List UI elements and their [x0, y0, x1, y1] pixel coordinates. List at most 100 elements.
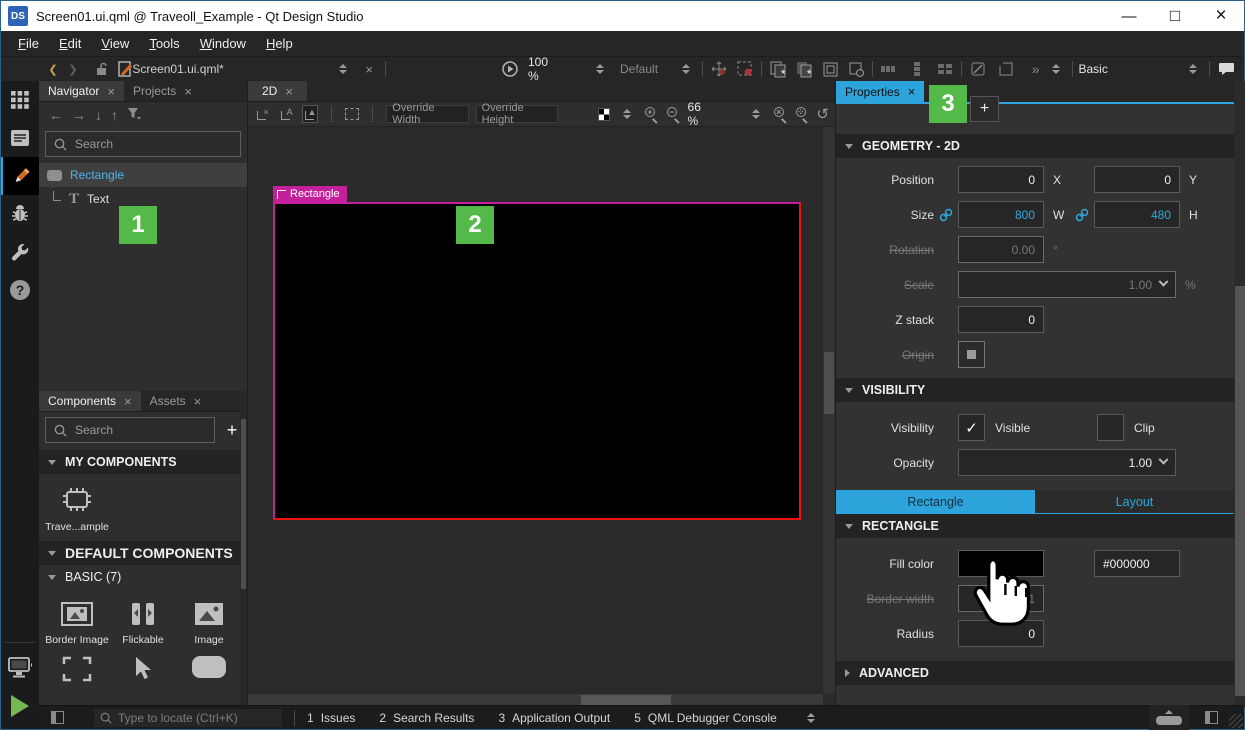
close-button[interactable]: × [1198, 1, 1244, 31]
component-flickable[interactable]: Flickable [111, 597, 175, 650]
component-image[interactable]: Image [177, 597, 241, 650]
move-right-icon[interactable]: → [72, 107, 86, 123]
override-height-input[interactable]: Override Height [476, 105, 558, 123]
style-spinner[interactable] [676, 59, 696, 79]
menu-view[interactable]: View [92, 32, 138, 55]
component-history-icon[interactable] [846, 59, 866, 79]
row-layout-icon[interactable] [879, 59, 899, 79]
add-module-button[interactable]: + [223, 420, 241, 441]
workspace-spinner[interactable] [1183, 59, 1203, 79]
close-file-icon[interactable]: × [359, 59, 379, 79]
projects-tools-button[interactable] [1, 233, 39, 271]
close-tab-icon[interactable]: × [285, 84, 293, 99]
edit-component-icon[interactable] [820, 59, 840, 79]
section-geometry-2d[interactable]: GEOMETRY - 2D [836, 134, 1234, 158]
close-tab-icon[interactable]: × [184, 84, 192, 99]
properties-scrollbar[interactable] [1234, 81, 1245, 707]
selection-rect-icon[interactable] [735, 59, 755, 79]
zoom-spinner[interactable] [590, 59, 610, 79]
output-pane-qml-debugger[interactable]: 5QML Debugger Console [634, 711, 777, 725]
component-mouse-area[interactable] [111, 652, 175, 686]
back-icon[interactable]: ❮ [43, 59, 63, 79]
move-down-icon[interactable]: ↓ [95, 107, 102, 123]
tab-components[interactable]: Components × [39, 391, 141, 411]
grid-layout-icon[interactable] [935, 59, 955, 79]
component-border-image[interactable]: Border Image [45, 597, 109, 650]
run-preview-icon[interactable] [500, 59, 520, 79]
subtab-rectangle[interactable]: Rectangle [836, 490, 1035, 513]
section-default-components[interactable]: DEFAULT COMPONENTS [39, 541, 247, 565]
canvas-zoom-spinner[interactable] [746, 104, 766, 124]
create-component-icon[interactable]: ★ [768, 59, 788, 79]
component-item[interactable] [45, 652, 109, 686]
close-tab-icon[interactable]: × [107, 84, 115, 99]
snapping-anchors-icon[interactable]: A [278, 105, 295, 123]
navigator-search-input[interactable]: Search [45, 131, 241, 157]
zoom-out-icon[interactable]: − [666, 106, 681, 122]
section-advanced[interactable]: ADVANCED [836, 661, 1234, 685]
section-basic[interactable]: BASIC (7) [39, 565, 247, 589]
menu-edit[interactable]: Edit [50, 32, 90, 55]
locator-input[interactable]: Type to locate (Ctrl+K) [94, 709, 282, 727]
style-selector[interactable]: Default [624, 59, 655, 79]
chevron-down-icon[interactable] [1159, 455, 1169, 465]
kit-selector-button[interactable] [1, 649, 39, 687]
tab-navigator[interactable]: Navigator × [39, 81, 124, 101]
tab-projects[interactable]: Projects × [124, 81, 201, 101]
size-h-input[interactable]: 480 [1094, 201, 1180, 228]
output-pane-spinner[interactable] [801, 708, 821, 728]
annotation-bubble-icon[interactable] [1216, 59, 1236, 79]
component-instance-icon[interactable]: ★ [794, 59, 814, 79]
minimize-button[interactable]: — [1106, 1, 1152, 31]
menu-tools[interactable]: Tools [140, 32, 188, 55]
edit-mode-button[interactable] [1, 119, 39, 157]
canvas-vscrollbar[interactable] [823, 127, 835, 694]
clip-checkbox[interactable] [1097, 414, 1124, 441]
filter-icon[interactable] [127, 107, 141, 123]
move-anchor-icon[interactable] [709, 59, 729, 79]
toggle-right-sidebar-icon[interactable] [1205, 711, 1218, 724]
show-bounds-icon[interactable] [345, 108, 359, 120]
menu-window[interactable]: Window [191, 32, 255, 55]
forward-icon[interactable]: ❯ [63, 59, 83, 79]
output-pane-application-output[interactable]: 3Application Output [498, 711, 610, 725]
position-x-input[interactable]: 0 [958, 166, 1044, 193]
size-w-input[interactable]: 800 [958, 201, 1044, 228]
components-scrollbar[interactable] [240, 391, 247, 707]
menu-help[interactable]: Help [257, 32, 302, 55]
zoom-selection-icon[interactable]: × [773, 106, 788, 122]
close-tab-icon[interactable]: × [124, 394, 132, 409]
chevron-down-icon[interactable] [1159, 277, 1169, 287]
visible-checkbox[interactable]: ✓ [958, 414, 985, 441]
zoom-fit-icon[interactable]: ⁘ [795, 106, 810, 122]
scale-input[interactable]: 1.00 [958, 271, 1176, 298]
background-spinner[interactable] [617, 104, 637, 124]
output-pane-search-results[interactable]: 2Search Results [379, 711, 474, 725]
section-rectangle[interactable]: RECTANGLE [836, 514, 1234, 538]
maximize-button[interactable]: □ [1152, 1, 1198, 31]
build-progress-icon[interactable] [1149, 705, 1189, 730]
bind-height-icon[interactable] [1070, 208, 1094, 222]
reset-view-icon[interactable]: ↺ [816, 105, 829, 123]
resize-grip[interactable] [1229, 714, 1243, 728]
section-visibility[interactable]: VISIBILITY [836, 378, 1234, 402]
run-button[interactable] [1, 687, 39, 725]
workspace-spinner-left[interactable] [1046, 59, 1066, 79]
snapping-icon[interactable]: ▲ [302, 105, 319, 123]
close-tab-icon[interactable]: × [194, 394, 202, 409]
column-layout-icon[interactable] [907, 59, 927, 79]
debug-mode-button[interactable] [1, 195, 39, 233]
canvas-rectangle-item[interactable] [273, 202, 801, 520]
component-rectangle[interactable] [177, 652, 241, 686]
move-up-icon[interactable]: ↑ [111, 107, 118, 123]
fill-color-hex-input[interactable]: #000000 [1094, 550, 1180, 577]
selected-item-tag[interactable]: Rectangle [273, 186, 347, 202]
bind-width-icon[interactable] [934, 208, 958, 222]
export-icon[interactable] [996, 59, 1016, 79]
toolbar-overflow[interactable]: » [1026, 59, 1046, 79]
tab-properties[interactable]: Properties × [836, 81, 924, 102]
no-snapping-icon[interactable]: × [254, 105, 271, 123]
tab-2d[interactable]: 2D × [248, 81, 307, 101]
rotation-input[interactable]: 0.00 [958, 236, 1044, 263]
workspace-selector[interactable]: Basic [1079, 59, 1128, 79]
